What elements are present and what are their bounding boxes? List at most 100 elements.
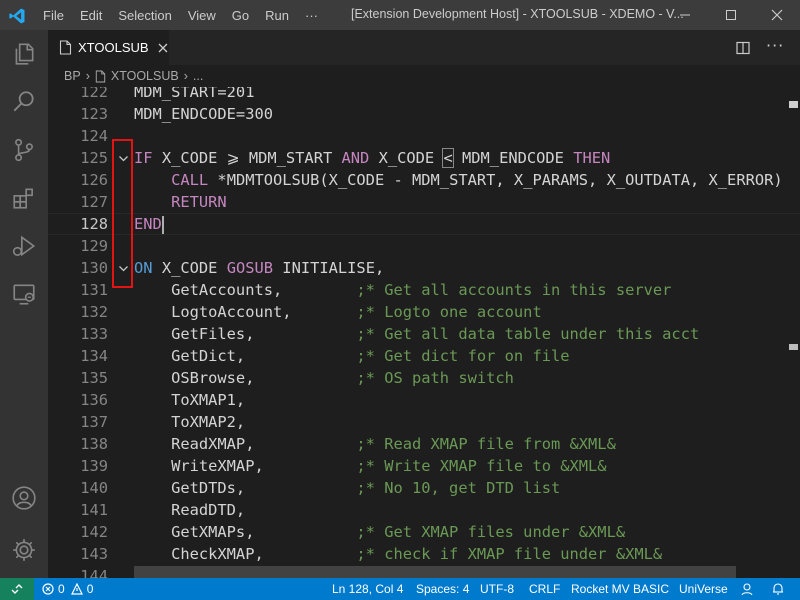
manage-button[interactable] xyxy=(0,526,48,574)
error-icon xyxy=(42,583,54,595)
code-text: IF X_CODE ⩾ MDM_START AND X_CODE < MDM_E… xyxy=(134,147,610,169)
vertical-scrollbar[interactable] xyxy=(787,87,800,578)
line-number: 122 xyxy=(80,87,108,101)
code-text: MDM_ENDCODE=300 xyxy=(134,103,273,125)
code-line[interactable]: 141 ReadDTD, xyxy=(48,499,800,521)
code-line[interactable]: 136 ToXMAP1, xyxy=(48,389,800,411)
code-line[interactable]: 143 CheckXMAP, ;* check if XMAP file und… xyxy=(48,543,800,565)
code-line[interactable]: 131 GetAccounts, ;* Get all accounts in … xyxy=(48,279,800,301)
code-comment: ;* check if XMAP file under &XML& xyxy=(356,545,663,563)
code-line[interactable]: 142 GetXMAPs, ;* Get XMAP files under &X… xyxy=(48,521,800,543)
code-token: INITIALISE, xyxy=(273,259,385,277)
search-icon xyxy=(13,91,34,112)
scroll-position-marker xyxy=(789,344,798,350)
code-comment: ;* OS path switch xyxy=(356,369,514,387)
code-comment: ;* Get all accounts in this server xyxy=(356,281,672,299)
breadcrumb-file[interactable]: XTOOLSUB xyxy=(111,69,179,83)
indentation-setting[interactable]: Spaces: 4 xyxy=(416,578,469,600)
code-token: X_CODE xyxy=(152,259,227,277)
notifications-button[interactable] xyxy=(771,578,785,600)
cursor-position[interactable]: Ln 128, Col 4 xyxy=(332,578,403,600)
code-line[interactable]: 137 ToXMAP2, xyxy=(48,411,800,433)
code-text: GetFiles, ;* Get all data table under th… xyxy=(134,323,699,345)
menu-view[interactable]: View xyxy=(180,8,224,23)
search-button[interactable] xyxy=(0,78,48,126)
close-tab-icon[interactable] xyxy=(158,43,168,53)
code-line[interactable]: 126 CALL *MDMTOOLSUB(X_CODE - MDM_START,… xyxy=(48,169,800,191)
code-text: ON X_CODE GOSUB INITIALISE, xyxy=(134,257,384,279)
eol-setting[interactable]: CRLF xyxy=(529,578,560,600)
problems-indicator[interactable]: 0 0 xyxy=(42,578,93,600)
code-line[interactable]: 130 ON X_CODE GOSUB INITIALISE, xyxy=(48,257,800,279)
extensions-button[interactable] xyxy=(0,174,48,222)
menu-more[interactable]: ··· xyxy=(297,8,326,23)
code-line[interactable]: 134 GetDict, ;* Get dict for on file xyxy=(48,345,800,367)
explorer-button[interactable] xyxy=(0,30,48,78)
feedback-button[interactable] xyxy=(740,578,754,600)
code-line[interactable]: 135 OSBrowse, ;* OS path switch xyxy=(48,367,800,389)
remote-indicator-button[interactable] xyxy=(0,578,34,600)
more-actions-button[interactable]: ··· xyxy=(766,36,784,55)
code-editor[interactable]: 122 MDM_START=201 123 MDM_ENDCODE=300 124 125… xyxy=(48,87,800,578)
maximize-icon xyxy=(726,10,736,20)
menu-file[interactable]: File xyxy=(35,8,72,23)
run-debug-button[interactable] xyxy=(0,222,48,270)
source-control-button[interactable] xyxy=(0,126,48,174)
code-token: ToXMAP2, xyxy=(134,413,246,431)
code-line[interactable]: 133 GetFiles, ;* Get all data table unde… xyxy=(48,323,800,345)
code-line[interactable]: 140 GetDTDs, ;* No 10, get DTD list xyxy=(48,477,800,499)
split-editor-button[interactable] xyxy=(736,40,750,59)
remote-explorer-icon xyxy=(13,284,35,305)
accounts-button[interactable] xyxy=(0,474,48,522)
maximize-button[interactable] xyxy=(708,0,754,30)
code-line[interactable]: 125 IF X_CODE ⩾ MDM_START AND X_CODE < MD… xyxy=(48,147,800,169)
menu-run[interactable]: Run xyxy=(257,8,297,23)
tab-xtoolsub[interactable]: XTOOLSUB xyxy=(48,30,169,65)
remote-icon xyxy=(11,584,23,594)
code-token: GetXMAPs, xyxy=(134,523,357,541)
line-number: 127 xyxy=(80,193,108,211)
code-line[interactable]: 124 xyxy=(48,125,800,147)
line-number: 138 xyxy=(80,435,108,453)
encoding-setting[interactable]: UTF-8 xyxy=(480,578,514,600)
menu-selection[interactable]: Selection xyxy=(110,8,179,23)
chevron-right-icon: › xyxy=(183,69,188,83)
code-line[interactable]: 128 END xyxy=(48,213,800,235)
breadcrumb-symbol[interactable]: ... xyxy=(193,69,203,83)
line-number: 142 xyxy=(80,523,108,541)
code-token: CheckXMAP, xyxy=(134,545,357,563)
code-line[interactable]: 138 ReadXMAP, ;* Read XMAP file from &XM… xyxy=(48,433,800,455)
remote-explorer-button[interactable] xyxy=(0,270,48,318)
code-token: MDM_ENDCODE xyxy=(452,149,574,167)
menu-edit[interactable]: Edit xyxy=(72,8,110,23)
account-icon xyxy=(12,486,36,510)
source-control-icon xyxy=(15,138,33,162)
code-keyword: AND xyxy=(341,149,370,167)
code-line[interactable]: 127 RETURN xyxy=(48,191,800,213)
warning-count: 0 xyxy=(86,582,94,596)
horizontal-scrollbar[interactable] xyxy=(134,566,736,578)
code-keyword: END xyxy=(134,215,162,233)
breadcrumb-folder[interactable]: BP xyxy=(64,69,81,83)
code-line[interactable]: 122 MDM_START=201 xyxy=(48,87,800,103)
platform-indicator[interactable]: UniVerse xyxy=(679,578,728,600)
code-line[interactable]: 123 MDM_ENDCODE=300 xyxy=(48,103,800,125)
code-line[interactable]: 139 WriteXMAP, ;* Write XMAP file to &XM… xyxy=(48,455,800,477)
code-comment: ;* Get all data table under this acct xyxy=(356,325,700,343)
language-mode[interactable]: Rocket MV BASIC xyxy=(571,578,669,600)
code-keyword: CALL xyxy=(171,171,209,189)
fold-annotation-box xyxy=(112,139,133,288)
close-window-button[interactable] xyxy=(754,0,800,30)
code-text: WriteXMAP, ;* Write XMAP file to &XML& xyxy=(134,455,607,477)
code-token: ReadDTD, xyxy=(134,501,246,519)
code-token: GetDTDs, xyxy=(134,479,357,497)
code-token: GetAccounts, xyxy=(134,281,357,299)
line-number: 130 xyxy=(80,259,108,277)
menu-go[interactable]: Go xyxy=(224,8,257,23)
code-line[interactable]: 129 xyxy=(48,235,800,257)
code-line[interactable]: 132 LogtoAccount, ;* Logto one account xyxy=(48,301,800,323)
line-number: 124 xyxy=(80,127,108,145)
minimize-button[interactable] xyxy=(662,0,708,30)
code-token: ToXMAP1, xyxy=(134,391,246,409)
